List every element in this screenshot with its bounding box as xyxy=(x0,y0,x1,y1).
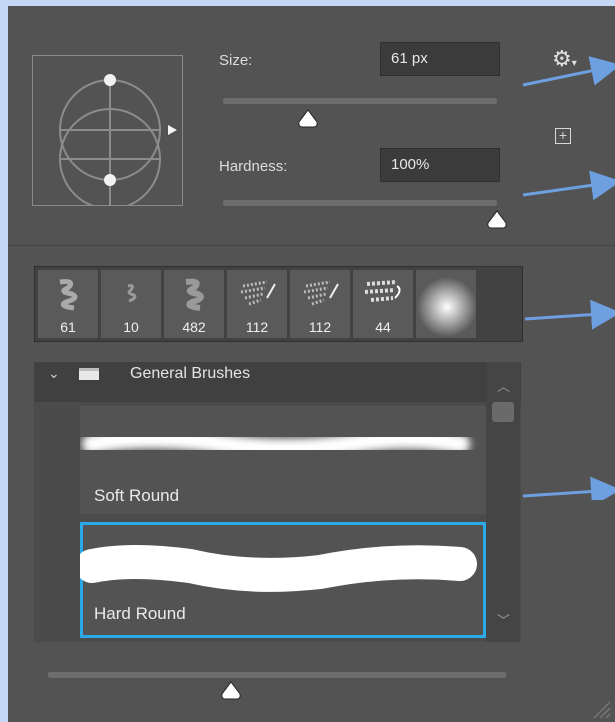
hardness-input[interactable]: 100% xyxy=(380,148,500,182)
brush-preview-frame xyxy=(32,55,183,206)
brush-name: Soft Round xyxy=(94,486,180,505)
recent-brush-size: 61 xyxy=(60,319,76,335)
hardness-slider-track[interactable] xyxy=(223,200,497,206)
size-label: Size: xyxy=(219,52,253,69)
annotation-arrow xyxy=(522,170,615,201)
brush-preset-list: ⌄ General Brushes Soft Round Hard Round xyxy=(34,362,521,642)
recent-brush-item[interactable]: 482 xyxy=(164,270,224,338)
annotation-arrow xyxy=(524,299,615,330)
annotation-arrow xyxy=(522,476,615,500)
scroll-down-icon[interactable]: ﹀ xyxy=(497,610,510,629)
brush-name: Hard Round xyxy=(94,604,186,623)
recent-brush-item[interactable]: 10 xyxy=(101,270,161,338)
recent-brush-item[interactable]: 44 xyxy=(353,270,413,338)
size-slider-thumb[interactable] xyxy=(297,109,319,129)
brush-thumbnail xyxy=(303,280,339,306)
brush-thumbnail xyxy=(185,278,204,311)
soft-round-stroke-preview xyxy=(82,428,470,459)
brush-preset-hard-round[interactable]: Hard Round xyxy=(80,522,486,638)
recent-brush-size: 44 xyxy=(375,319,391,335)
size-input[interactable]: 61 px xyxy=(380,42,500,76)
brush-preset-soft-round[interactable]: Soft Round xyxy=(80,406,486,514)
recent-brush-item[interactable]: 112 xyxy=(227,270,287,338)
recent-brush-size: 112 xyxy=(308,319,332,335)
recent-brush-item[interactable]: 61 xyxy=(38,270,98,338)
recent-brush-item[interactable]: 112 xyxy=(290,270,350,338)
annotation-arrow xyxy=(522,56,615,87)
brush-thumbnail xyxy=(59,279,78,311)
brush-thumbnail xyxy=(364,280,401,302)
resize-grip-icon[interactable] xyxy=(590,698,612,720)
brush-group-name: General Brushes xyxy=(130,365,251,382)
size-slider-track[interactable] xyxy=(223,98,497,104)
hard-round-stroke-preview xyxy=(80,545,477,592)
recent-brushes-bar: 61 10 482 112 112 44 xyxy=(34,266,523,342)
brush-thumbnail xyxy=(240,280,276,306)
recent-brush-size: 112 xyxy=(245,319,269,335)
recent-brush-size: 482 xyxy=(182,319,206,335)
recent-brush-size: 10 xyxy=(123,319,139,335)
folder-icon xyxy=(79,368,99,380)
brush-group-header[interactable]: ⌄ General Brushes xyxy=(34,362,521,402)
hardness-label: Hardness: xyxy=(219,158,288,175)
preview-size-slider-thumb[interactable] xyxy=(220,681,242,701)
chevron-down-icon[interactable]: ⌄ xyxy=(48,365,60,382)
brush-thumbnail xyxy=(127,284,137,303)
annotation-arrows xyxy=(522,56,615,500)
preview-size-slider-track[interactable] xyxy=(48,672,506,678)
recent-brush-item[interactable] xyxy=(416,270,476,338)
soft-round-thumbnail xyxy=(417,277,476,337)
